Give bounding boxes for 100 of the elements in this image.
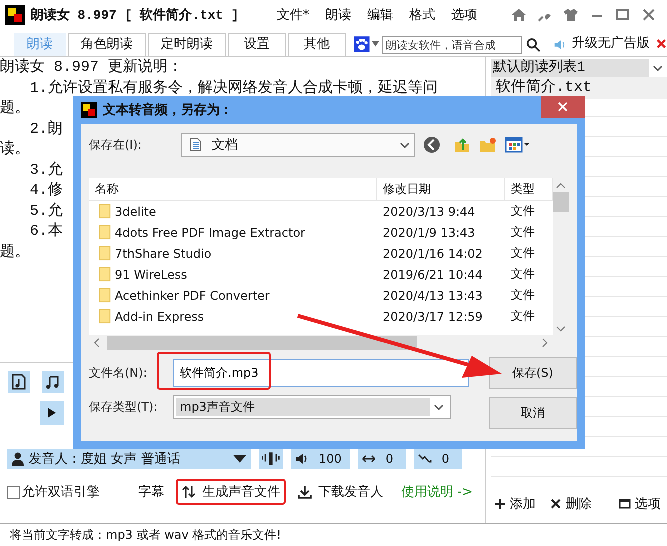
file-row[interactable]: 4dots Free PDF Image Extractor 2020/1/9 13:43 文件 (89, 222, 553, 243)
save-button[interactable]: 保存(S) (489, 357, 577, 389)
home-icon[interactable] (511, 7, 527, 23)
search-icon[interactable] (526, 37, 542, 53)
scrollbar-thumb[interactable] (107, 336, 417, 350)
dropdown-caret-icon[interactable] (372, 40, 380, 48)
subtitle-button[interactable]: 字幕 (132, 479, 170, 505)
menu-item[interactable]: 朗读 (326, 6, 352, 24)
close-icon (558, 102, 568, 112)
view-menu-icon[interactable] (505, 136, 531, 154)
scroll-down-icon[interactable] (556, 325, 566, 333)
text-line: 6.本 (29, 222, 64, 242)
back-icon[interactable] (423, 136, 441, 154)
speed-control[interactable]: 0 (358, 449, 406, 469)
text-line: 读。 (0, 140, 30, 160)
file-row[interactable]: Acethinker PDF Converter 2020/4/13 13:43 文件 (89, 285, 553, 306)
file-date: 2020/1/16 14:02 (382, 246, 484, 260)
location-dropdown[interactable]: 文档 (181, 133, 415, 157)
scrollbar-thumb[interactable] (553, 192, 569, 212)
file-date: 2019/6/21 10:44 (382, 268, 484, 282)
scroll-left-icon[interactable] (93, 338, 101, 348)
file-name: 4dots Free PDF Image Extractor (115, 226, 306, 240)
download-button[interactable]: 下载发音人 (292, 479, 390, 505)
chevron-down-icon (400, 142, 410, 148)
file-type-dropdown[interactable]: mp3声音文件 (173, 395, 451, 419)
file-name: Acethinker PDF Converter (115, 288, 270, 302)
upgrade-link[interactable]: 升级无广告版 (572, 34, 650, 52)
text-line: 题。 (0, 99, 30, 119)
menu-item[interactable]: 格式 (410, 6, 436, 24)
column-header[interactable]: 名称 (89, 178, 377, 200)
file-type: 文件 (510, 287, 536, 304)
pitch-control[interactable]: 0 (414, 449, 462, 469)
text-line: 5.允 (29, 202, 64, 222)
file-date: 2020/4/13 13:43 (382, 288, 484, 302)
menu-item[interactable]: 选项 (452, 6, 478, 24)
delete-button[interactable]: 删除 (550, 495, 592, 513)
file-row[interactable]: 91 WireLess 2019/6/21 10:44 文件 (89, 264, 553, 285)
tab[interactable]: 定时朗读 (148, 33, 226, 56)
x-icon (550, 498, 562, 510)
menu-item[interactable]: 文件* (277, 6, 310, 24)
generate-audio-button[interactable]: 生成声音文件 (176, 479, 286, 505)
folder-icon (99, 225, 111, 240)
tab[interactable]: 角色朗读 (68, 33, 146, 56)
close-icon[interactable] (656, 38, 667, 50)
plus-icon (494, 498, 506, 510)
text-line: 4.修 (29, 181, 64, 201)
playlist-item[interactable]: 软件简介.txt (491, 77, 667, 99)
column-header[interactable]: 修改日期 (377, 178, 505, 200)
app-logo-icon (5, 5, 25, 25)
shirt-icon[interactable] (563, 7, 579, 23)
app-logo-icon (81, 102, 97, 118)
file-row[interactable]: 7thShare Studio 2020/1/16 14:02 文件 (89, 243, 553, 264)
file-type: 文件 (510, 245, 536, 262)
file-date: 2020/1/9 13:43 (382, 226, 476, 240)
file-type: 文件 (510, 203, 536, 220)
add-button[interactable]: 添加 (494, 495, 536, 513)
folder-icon (99, 204, 111, 219)
maximize-icon[interactable] (615, 7, 631, 23)
cancel-button[interactable]: 取消 (489, 397, 577, 429)
file-type-label: 保存类型(T): (89, 398, 159, 416)
chevron-down-icon (434, 404, 444, 410)
file-row[interactable]: Add-in Express 2020/3/17 12:59 文件 (89, 306, 553, 327)
text-line: 2.朗 (29, 120, 64, 140)
menu-item[interactable]: 编辑 (368, 6, 394, 24)
close-button[interactable] (541, 96, 585, 118)
music-note-icon[interactable] (42, 371, 64, 393)
up-folder-icon[interactable] (453, 136, 471, 154)
close-icon[interactable] (641, 7, 657, 23)
folder-icon (99, 309, 111, 324)
convert-icon (182, 485, 196, 499)
chevron-down-icon (653, 64, 663, 72)
filename-field[interactable]: 软件简介.mp3 (173, 359, 469, 387)
filename-label: 文件名(N): (89, 364, 148, 382)
save-in-label: 保存在(I): (89, 136, 143, 154)
scroll-right-icon[interactable] (541, 338, 549, 348)
tab[interactable]: 设置 (228, 33, 286, 56)
text-line: 3.允 (29, 160, 64, 180)
folder-icon (99, 246, 111, 261)
window-title: 朗读女 8.997 [ 软件简介.txt ] (31, 6, 240, 24)
tab[interactable]: 其他 (288, 33, 346, 56)
file-type: 文件 (510, 308, 536, 325)
dual-engine-checkbox[interactable]: 允许双语引擎 (7, 483, 132, 501)
play-icon[interactable] (40, 401, 64, 425)
volume-control[interactable]: 100 (291, 449, 350, 469)
text-line: 题。 (0, 242, 30, 262)
search-field[interactable]: 朗读女软件，语音合成 (382, 36, 522, 54)
person-icon (11, 452, 25, 466)
music-file-icon[interactable] (8, 371, 30, 393)
file-row[interactable]: 3delite 2020/3/13 9:44 文件 (89, 201, 553, 222)
help-link[interactable]: 使用说明 -> (395, 479, 479, 505)
paw-icon[interactable] (354, 36, 370, 53)
new-folder-icon[interactable] (479, 136, 497, 154)
text-line: 1.允许设置私有服务令，解决网络发音人合成卡顿，延迟等问 (29, 78, 438, 98)
file-date: 2020/3/17 12:59 (382, 310, 484, 324)
file-name: 91 WireLess (115, 268, 188, 282)
speaker-dropdown[interactable]: 发音人：度姐 女声 普通话 (7, 449, 251, 469)
file-name: 7thShare Studio (115, 246, 212, 260)
document-icon (190, 138, 202, 152)
scroll-up-icon[interactable] (556, 182, 566, 190)
options-button[interactable]: 选项 (619, 495, 661, 513)
